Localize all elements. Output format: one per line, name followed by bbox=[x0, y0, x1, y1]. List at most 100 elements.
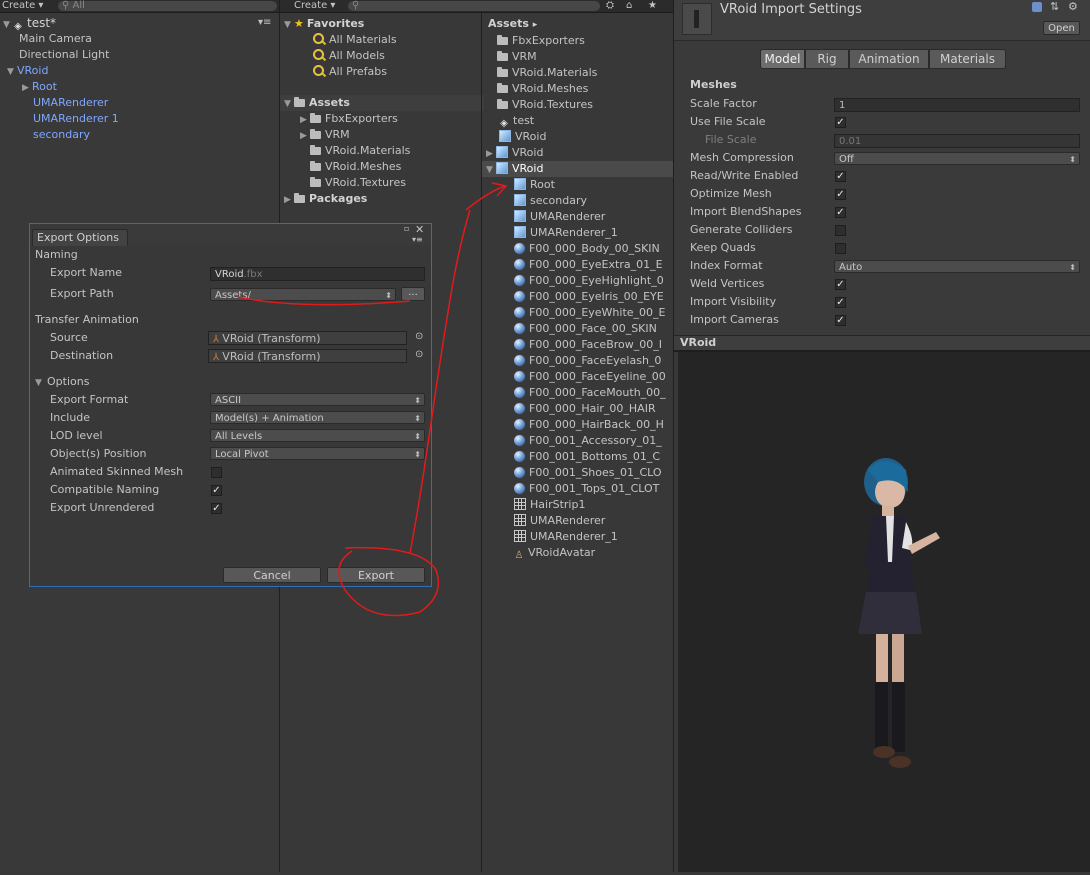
file-item[interactable]: VRoid.Textures bbox=[497, 97, 593, 113]
object-picker-icon[interactable]: ⊙ bbox=[415, 349, 423, 360]
hierarchy-item[interactable]: ▶ Root bbox=[22, 79, 57, 95]
tab-rig[interactable]: Rig bbox=[805, 49, 849, 69]
search-by-type-icon[interactable]: ⛭ bbox=[606, 0, 614, 12]
model-child-item[interactable]: F00_000_Face_00_SKIN bbox=[514, 321, 657, 337]
asset-folder-item[interactable]: ▶ VRM bbox=[300, 127, 350, 143]
setting-checkbox[interactable]: ✓ bbox=[835, 297, 846, 308]
file-item[interactable]: ◈ test bbox=[499, 113, 534, 129]
object-position-dropdown[interactable]: Local Pivot ⬍ bbox=[210, 447, 425, 460]
model-child-item[interactable]: F00_000_EyeIris_00_EYE bbox=[514, 289, 664, 305]
model-child-item[interactable]: F00_000_Hair_00_HAIR bbox=[514, 401, 656, 417]
export-format-dropdown[interactable]: ASCII ⬍ bbox=[210, 393, 425, 406]
model-child-item[interactable]: HairStrip1 bbox=[514, 497, 585, 513]
file-item[interactable]: VRM bbox=[497, 49, 537, 65]
compatible-naming-checkbox[interactable]: ✓ bbox=[211, 485, 222, 496]
export-path-dropdown[interactable]: Assets/ ⬍ bbox=[210, 288, 396, 301]
menu-icon[interactable]: ▾≡ bbox=[258, 15, 271, 31]
asset-folder-item[interactable]: VRoid.Textures bbox=[310, 175, 406, 191]
setting-checkbox[interactable]: ✓ bbox=[835, 171, 846, 182]
include-dropdown[interactable]: Model(s) + Animation ⬍ bbox=[210, 411, 425, 424]
favorite-item[interactable]: All Prefabs bbox=[313, 64, 387, 80]
file-item-selected[interactable]: ▼ VRoid bbox=[482, 161, 673, 177]
maximize-icon[interactable]: ▫ bbox=[404, 224, 409, 233]
asset-folder-item[interactable]: VRoid.Meshes bbox=[310, 159, 401, 175]
tab-materials[interactable]: Materials bbox=[929, 49, 1006, 69]
model-child-item[interactable]: F00_000_HairBack_00_H bbox=[514, 417, 664, 433]
dialog-titlebar[interactable]: Export Options ▫ ✕ ▾≡ bbox=[30, 223, 431, 246]
hierarchy-item[interactable]: ▼ VRoid bbox=[7, 63, 48, 79]
label-tag-icon[interactable]: ⌂ bbox=[626, 0, 632, 12]
hierarchy-item[interactable]: Directional Light bbox=[19, 47, 109, 63]
expand-arrow-icon[interactable]: ▼ bbox=[284, 96, 294, 112]
export-button[interactable]: Export bbox=[327, 567, 425, 583]
browse-button[interactable]: ... bbox=[401, 287, 425, 301]
model-child-item[interactable]: F00_000_EyeExtra_01_E bbox=[514, 257, 663, 273]
model-child-item[interactable]: F00_000_Body_00_SKIN bbox=[514, 241, 660, 257]
model-child-item[interactable]: F00_001_Bottoms_01_C bbox=[514, 449, 660, 465]
setting-checkbox[interactable] bbox=[835, 225, 846, 236]
object-picker-icon[interactable]: ⊙ bbox=[415, 331, 423, 342]
model-preview[interactable] bbox=[678, 352, 1090, 872]
model-child-item[interactable]: UMARenderer_1 bbox=[514, 529, 618, 545]
hierarchy-item[interactable]: UMARenderer bbox=[33, 95, 108, 111]
tab-animation[interactable]: Animation bbox=[849, 49, 929, 69]
setting-checkbox[interactable]: ✓ bbox=[835, 207, 846, 218]
file-item[interactable]: ▶ VRoid bbox=[486, 145, 543, 161]
cancel-button[interactable]: Cancel bbox=[223, 567, 321, 583]
setting-dropdown[interactable]: Auto ⬍ bbox=[834, 260, 1080, 273]
setting-dropdown[interactable]: Off ⬍ bbox=[834, 152, 1080, 165]
hierarchy-item[interactable]: secondary bbox=[33, 127, 90, 143]
file-item[interactable]: VRoid.Meshes bbox=[497, 81, 588, 97]
project-search-input[interactable]: ⚲ bbox=[348, 1, 600, 11]
scene-header[interactable]: ▼ ◈ test* ▾≡ bbox=[0, 15, 279, 32]
lod-level-dropdown[interactable]: All Levels ⬍ bbox=[210, 429, 425, 442]
gear-icon[interactable]: ⚙ bbox=[1068, 0, 1078, 13]
model-child-item[interactable]: ♙ VRoidAvatar bbox=[514, 545, 596, 561]
collapse-arrow-icon[interactable]: ▶ bbox=[300, 128, 310, 144]
preset-icon[interactable]: ⇅ bbox=[1050, 0, 1059, 13]
export-unrendered-checkbox[interactable]: ✓ bbox=[211, 503, 222, 514]
model-child-item[interactable]: F00_000_FaceEyeline_00 bbox=[514, 369, 666, 385]
file-item[interactable]: FbxExporters bbox=[497, 33, 585, 49]
packages-header[interactable]: ▶ Packages bbox=[284, 191, 367, 207]
model-child-item[interactable]: F00_000_EyeWhite_00_E bbox=[514, 305, 665, 321]
tab-model[interactable]: Model bbox=[760, 49, 805, 69]
file-item[interactable]: VRoid bbox=[499, 129, 546, 145]
assets-header[interactable]: ▼ Assets bbox=[280, 95, 484, 111]
destination-object-field[interactable]: ⅄ VRoid (Transform) bbox=[208, 349, 407, 363]
favorites-header[interactable]: ▼ ★ Favorites bbox=[284, 16, 480, 32]
model-child-item[interactable]: UMARenderer bbox=[514, 209, 605, 225]
asset-folder-item[interactable]: ▶ FbxExporters bbox=[300, 111, 398, 127]
setting-text-field[interactable]: 1 bbox=[834, 98, 1080, 112]
model-child-item[interactable]: F00_000_FaceBrow_00_I bbox=[514, 337, 662, 353]
model-child-item[interactable]: secondary bbox=[514, 193, 587, 209]
source-object-field[interactable]: ⅄ VRoid (Transform) bbox=[208, 331, 407, 345]
collapse-arrow-icon[interactable]: ▶ bbox=[22, 80, 32, 96]
hierarchy-search-input[interactable]: ⚲ All bbox=[58, 1, 277, 11]
collapse-arrow-icon[interactable]: ▶ bbox=[486, 146, 496, 162]
options-foldout[interactable]: ▼ Options bbox=[35, 374, 89, 390]
hierarchy-item[interactable]: UMARenderer 1 bbox=[33, 111, 119, 127]
setting-checkbox[interactable]: ✓ bbox=[835, 189, 846, 200]
model-child-item[interactable]: F00_001_Accessory_01_ bbox=[514, 433, 662, 449]
setting-checkbox[interactable]: ✓ bbox=[835, 315, 846, 326]
model-child-item[interactable]: F00_000_FaceEyelash_0 bbox=[514, 353, 661, 369]
expand-arrow-icon[interactable]: ▼ bbox=[486, 162, 496, 178]
favorite-item[interactable]: All Models bbox=[313, 48, 385, 64]
project-create-button[interactable]: Create ▾ bbox=[294, 0, 335, 12]
hierarchy-create-button[interactable]: Create ▾ bbox=[2, 0, 43, 12]
model-child-item[interactable]: F00_001_Shoes_01_CLO bbox=[514, 465, 662, 481]
hierarchy-item[interactable]: Main Camera bbox=[19, 31, 92, 47]
collapse-arrow-icon[interactable]: ▶ bbox=[284, 192, 294, 208]
expand-arrow-icon[interactable]: ▼ bbox=[7, 64, 17, 80]
file-item[interactable]: VRoid.Materials bbox=[497, 65, 597, 81]
open-button[interactable]: Open bbox=[1043, 21, 1080, 35]
dialog-tab[interactable]: Export Options bbox=[32, 229, 128, 246]
export-name-field[interactable]: VRoid.fbx bbox=[210, 267, 425, 281]
model-child-item[interactable]: UMARenderer_1 bbox=[514, 225, 618, 241]
breadcrumb[interactable]: Assets ▸ bbox=[488, 16, 537, 32]
preview-header[interactable]: VRoid bbox=[674, 335, 1090, 352]
favorite-item[interactable]: All Materials bbox=[313, 32, 397, 48]
collapse-arrow-icon[interactable]: ▶ bbox=[300, 112, 310, 128]
model-child-item[interactable]: Root bbox=[514, 177, 555, 193]
